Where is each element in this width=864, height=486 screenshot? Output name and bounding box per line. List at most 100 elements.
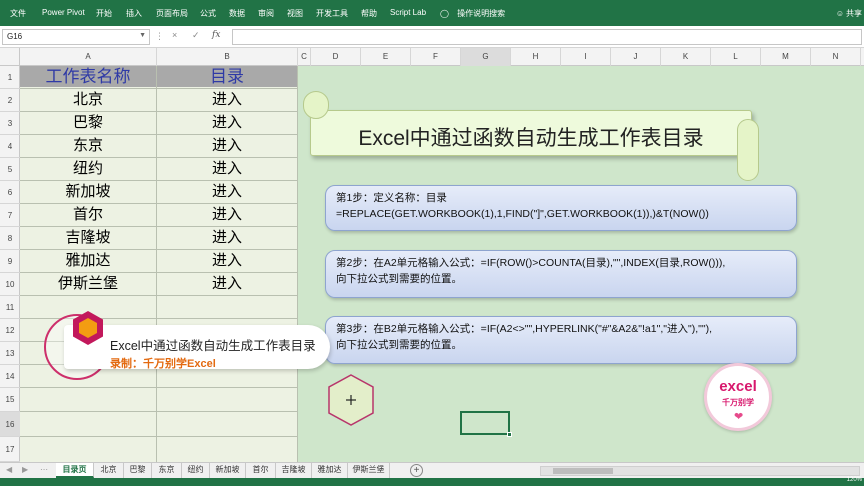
ribbon-tab-power-pivot[interactable]: Power Pivot [42, 8, 85, 17]
column-header-l[interactable]: L [711, 48, 761, 66]
column-header-j[interactable]: J [611, 48, 661, 66]
column-header-a[interactable]: A [20, 48, 157, 66]
ribbon-tab-formulas[interactable]: 公式 [200, 8, 216, 19]
column-header-d[interactable]: D [311, 48, 361, 66]
sheet-tab[interactable]: 首尔 [246, 463, 276, 478]
ribbon-tab-insert[interactable]: 插入 [126, 8, 142, 19]
ribbon-tab-file[interactable]: 文件 [10, 8, 26, 19]
column-header-b[interactable]: B [157, 48, 298, 66]
row-header-4[interactable]: 4 [0, 135, 20, 158]
page-title: Excel中通过函数自动生成工作表目录 [358, 127, 704, 150]
row-header-9[interactable]: 9 [0, 250, 20, 273]
person-icon: ☺ [835, 9, 844, 18]
enter-link[interactable]: 进入 [157, 250, 297, 272]
fill-handle[interactable] [507, 432, 512, 437]
enter-link[interactable]: 进入 [157, 158, 297, 180]
column-header-n[interactable]: N [811, 48, 861, 66]
column-header-m[interactable]: M [761, 48, 811, 66]
add-sheet-button[interactable]: + [410, 464, 423, 477]
name-box[interactable]: G16 ▼ [2, 29, 150, 45]
formula-input[interactable] [232, 29, 862, 45]
formula-bar: G16 ▼ ⋮ × ✓ fx [0, 26, 864, 48]
ribbon-tab-script-lab[interactable]: Script Lab [390, 8, 426, 17]
previous-sheet-icon[interactable]: ◀ [6, 465, 12, 474]
step-1-box: 第1步：定义名称：目录 =REPLACE(GET.WORKBOOK(1),1,F… [325, 185, 797, 231]
sheet-tab[interactable]: 新加坡 [210, 463, 246, 478]
column-header-c[interactable]: C [298, 48, 311, 66]
sheet-name-cell: 东京 [72, 137, 103, 154]
grid-line [20, 436, 298, 437]
cancel-button[interactable]: × [172, 30, 177, 40]
enter-button[interactable]: ✓ [192, 30, 200, 41]
selected-cell[interactable] [460, 411, 512, 437]
excel-logo: excel 千万别学 ❤ [704, 363, 772, 431]
sheet-tab-directory[interactable]: 目录页 [56, 463, 94, 478]
enter-link[interactable]: 进入 [157, 181, 297, 203]
horizontal-scrollbar[interactable] [540, 466, 860, 476]
ribbon-tab-view[interactable]: 视图 [287, 8, 303, 19]
enter-link[interactable]: 进入 [157, 135, 297, 157]
hexagon-badge-icon [73, 311, 103, 345]
row-header-3[interactable]: 3 [0, 112, 20, 135]
lightbulb-icon: ◯ [440, 9, 449, 18]
row-header-13[interactable]: 13 [0, 342, 20, 365]
ribbon-tab-page-layout[interactable]: 页面布局 [156, 8, 188, 19]
row-header-14[interactable]: 14 [0, 365, 20, 388]
column-header-g[interactable]: G [461, 48, 511, 66]
hexagon-cursor-icon [328, 374, 374, 426]
row-header-15[interactable]: 15 [0, 388, 20, 412]
enter-link[interactable]: 进入 [157, 227, 297, 249]
row-header-11[interactable]: 11 [0, 296, 20, 319]
scrollbar-thumb[interactable] [553, 468, 613, 474]
share-button[interactable]: ☺ 共享 [836, 8, 862, 19]
row-header-8[interactable]: 8 [0, 227, 20, 250]
select-all-corner[interactable] [0, 48, 20, 66]
sheet-name-cell: 首尔 [72, 206, 103, 223]
sheet-tab[interactable]: 东京 [152, 463, 182, 478]
sheet-tab[interactable]: 吉隆坡 [276, 463, 312, 478]
sheet-name-cell: 新加坡 [65, 183, 111, 200]
column-header-h[interactable]: H [511, 48, 561, 66]
sheet-tab[interactable]: 纽约 [182, 463, 210, 478]
sheet-tab[interactable]: 雅加达 [312, 463, 348, 478]
row-header-12[interactable]: 12 [0, 319, 20, 342]
row-header-2[interactable]: 2 [0, 89, 20, 112]
ribbon-tab-review[interactable]: 审阅 [258, 8, 274, 19]
zoom-level[interactable]: 120% [847, 477, 862, 483]
tell-me-search[interactable]: ◯ 操作说明搜索 [440, 8, 505, 19]
row-header-7[interactable]: 7 [0, 204, 20, 227]
enter-link[interactable]: 进入 [157, 89, 297, 111]
ribbon-tab-help[interactable]: 帮助 [361, 8, 377, 19]
ribbon-tab-developer[interactable]: 开发工具 [316, 8, 348, 19]
row-header-1[interactable]: 1 [0, 66, 20, 89]
column-header-f[interactable]: F [411, 48, 461, 66]
more-icon: ⋮ [155, 31, 164, 41]
sheet-tab-bar: ◀ ▶ ⋯ 目录页 北京 巴黎 东京 纽约 新加坡 首尔 吉隆坡 雅加达 伊斯兰… [0, 462, 864, 478]
row-header-10[interactable]: 10 [0, 273, 20, 296]
insert-function-button[interactable]: fx [212, 30, 220, 40]
row-header-6[interactable]: 6 [0, 181, 20, 204]
row-header-5[interactable]: 5 [0, 158, 20, 181]
sheet-grid[interactable]: 工作表名称 目录 北京 进入 巴黎 进入 东京 进入 纽约 进入 新加坡 进入 … [20, 66, 864, 462]
more-sheets-icon[interactable]: ⋯ [40, 465, 48, 474]
video-banner: Excel中通过函数自动生成工作表目录 录制：千万别学Excel [20, 301, 330, 381]
column-header-i[interactable]: I [561, 48, 611, 66]
ribbon-tab-home[interactable]: 开始 [96, 8, 112, 19]
sheet-tab[interactable]: 北京 [94, 463, 124, 478]
enter-link[interactable]: 进入 [157, 204, 297, 226]
grid-line [297, 66, 298, 462]
status-bar: 120% [0, 477, 864, 486]
sheet-name-cell: 北京 [72, 91, 103, 108]
sheet-tab[interactable]: 伊斯兰堡 [348, 463, 390, 478]
row-header-17[interactable]: 17 [0, 437, 20, 462]
sheet-tab[interactable]: 巴黎 [124, 463, 152, 478]
next-sheet-icon[interactable]: ▶ [22, 465, 28, 474]
enter-link[interactable]: 进入 [157, 112, 297, 134]
column-header-e[interactable]: E [361, 48, 411, 66]
enter-link[interactable]: 进入 [157, 273, 297, 295]
chevron-down-icon[interactable]: ▼ [139, 32, 146, 39]
ribbon-tab-data[interactable]: 数据 [229, 8, 245, 19]
row-header-16[interactable]: 16 [0, 412, 20, 437]
column-header-k[interactable]: K [661, 48, 711, 66]
row-header: 1 2 3 4 5 6 7 8 9 10 11 12 13 14 15 16 1… [0, 66, 20, 462]
